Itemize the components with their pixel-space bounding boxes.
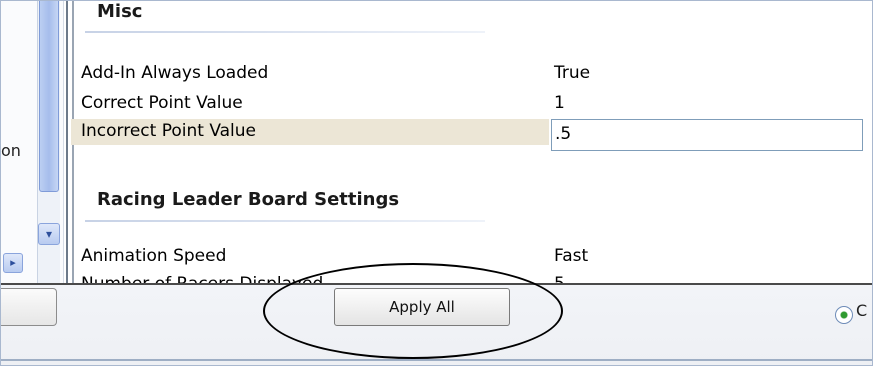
- property-grid: Misc Add-In Always Loaded True Correct P…: [71, 1, 872, 283]
- app-window: on ▾ ▸ Misc Add-In Always Loaded True Co…: [0, 0, 873, 366]
- property-value: 1: [554, 93, 565, 113]
- section-header-misc: Misc: [97, 1, 143, 22]
- property-row-add-in-always-loaded[interactable]: Add-In Always Loaded True: [71, 61, 872, 87]
- property-name: Incorrect Point Value: [81, 121, 257, 141]
- property-name: Number of Racers Displayed: [81, 274, 323, 283]
- property-value: 5: [554, 274, 565, 283]
- left-button[interactable]: [1, 288, 57, 326]
- scroll-right-button[interactable]: ▸: [3, 253, 23, 273]
- radio-selected-icon[interactable]: [835, 306, 853, 324]
- left-panel: on ▾ ▸: [1, 1, 64, 283]
- section-divider: [85, 220, 485, 222]
- incorrect-point-value-input[interactable]: .5: [551, 119, 863, 151]
- property-value: .5: [555, 124, 572, 144]
- property-value: Fast: [554, 246, 589, 266]
- chevron-right-icon: ▸: [10, 256, 16, 269]
- property-row-incorrect-point-value[interactable]: Incorrect Point Value .5: [71, 119, 872, 151]
- property-row-number-of-racers[interactable]: Number of Racers Displayed 5: [71, 272, 872, 283]
- bottom-divider: [1, 359, 872, 361]
- property-name: Correct Point Value: [81, 93, 243, 113]
- scroll-down-button[interactable]: ▾: [38, 223, 60, 245]
- left-panel-label: on: [1, 141, 21, 160]
- radio-label: C: [856, 301, 868, 320]
- property-name: Animation Speed: [81, 246, 227, 266]
- chevron-down-icon: ▾: [45, 227, 53, 241]
- scroll-thumb[interactable]: [39, 1, 59, 192]
- bottom-toolbar: Apply All C: [1, 263, 872, 365]
- section-header-racing-leader-board: Racing Leader Board Settings: [97, 189, 400, 210]
- section-divider: [85, 31, 485, 33]
- property-value: True: [554, 63, 591, 83]
- property-name: Add-In Always Loaded: [81, 63, 269, 83]
- property-row-animation-speed[interactable]: Animation Speed Fast: [71, 244, 872, 270]
- property-row-correct-point-value[interactable]: Correct Point Value 1: [71, 91, 872, 117]
- apply-all-button[interactable]: Apply All: [334, 288, 510, 326]
